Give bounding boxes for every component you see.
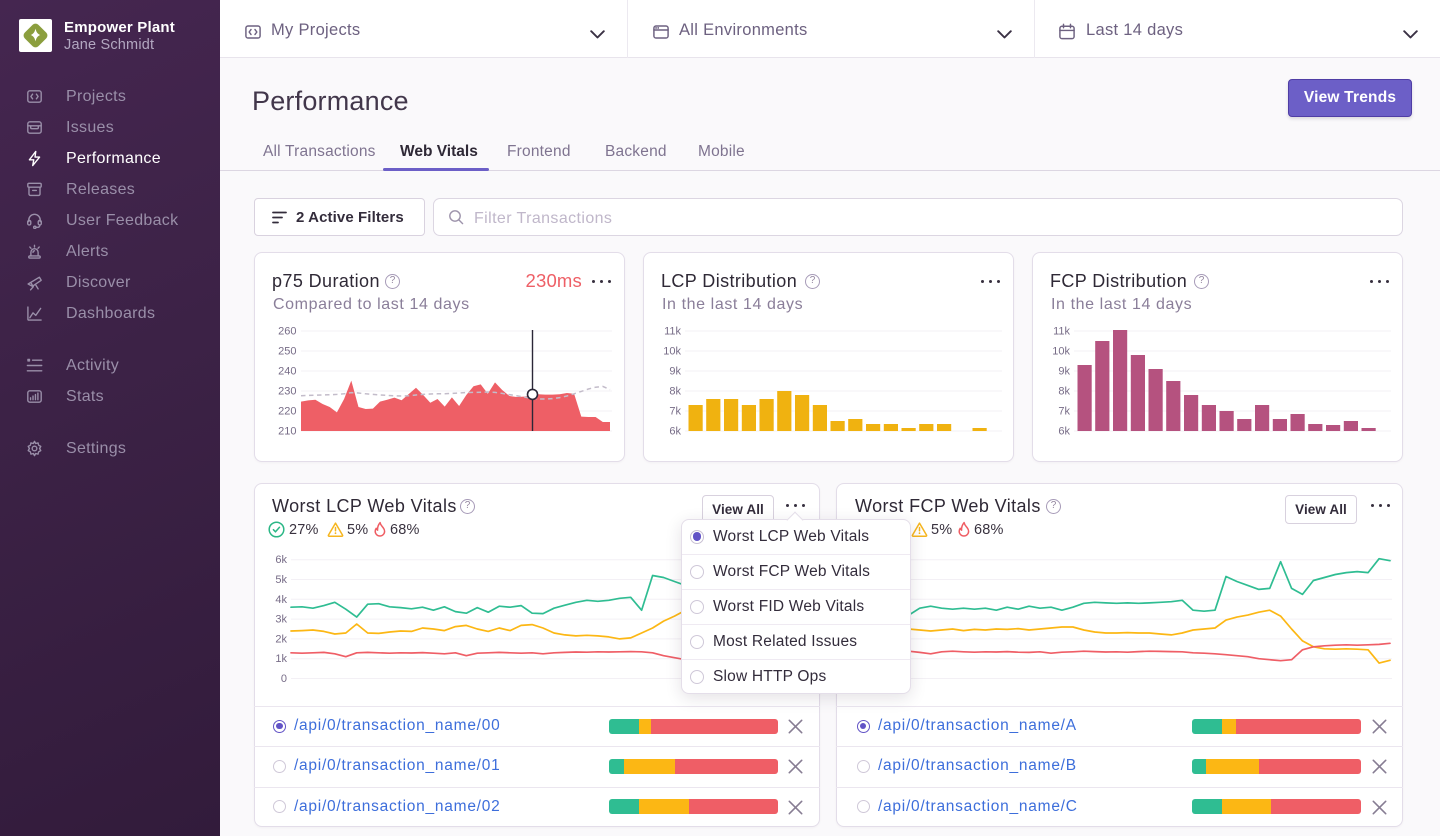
- svg-text:7k: 7k: [669, 406, 681, 418]
- svg-text:1k: 1k: [275, 653, 287, 665]
- svg-text:2k: 2k: [275, 633, 287, 645]
- svg-text:9k: 9k: [1058, 366, 1070, 378]
- svg-text:0: 0: [281, 673, 287, 685]
- svg-text:5k: 5k: [275, 574, 287, 586]
- svg-text:8k: 8k: [669, 386, 681, 398]
- svg-text:10k: 10k: [1052, 346, 1070, 358]
- svg-text:210: 210: [278, 426, 296, 438]
- svg-text:3k: 3k: [275, 614, 287, 626]
- svg-text:250: 250: [278, 346, 296, 358]
- svg-text:8k: 8k: [1058, 386, 1070, 398]
- svg-text:6k: 6k: [669, 426, 681, 438]
- svg-text:11k: 11k: [664, 326, 681, 338]
- svg-text:7k: 7k: [1058, 406, 1070, 418]
- svg-text:220: 220: [278, 406, 296, 418]
- svg-text:10k: 10k: [663, 346, 681, 358]
- svg-text:4k: 4k: [275, 594, 287, 606]
- svg-text:230: 230: [278, 386, 296, 398]
- svg-text:6k: 6k: [275, 554, 287, 566]
- svg-text:6k: 6k: [1058, 426, 1070, 438]
- svg-text:240: 240: [278, 366, 296, 378]
- svg-text:260: 260: [278, 326, 296, 338]
- svg-text:11k: 11k: [1053, 326, 1070, 338]
- svg-text:9k: 9k: [669, 366, 681, 378]
